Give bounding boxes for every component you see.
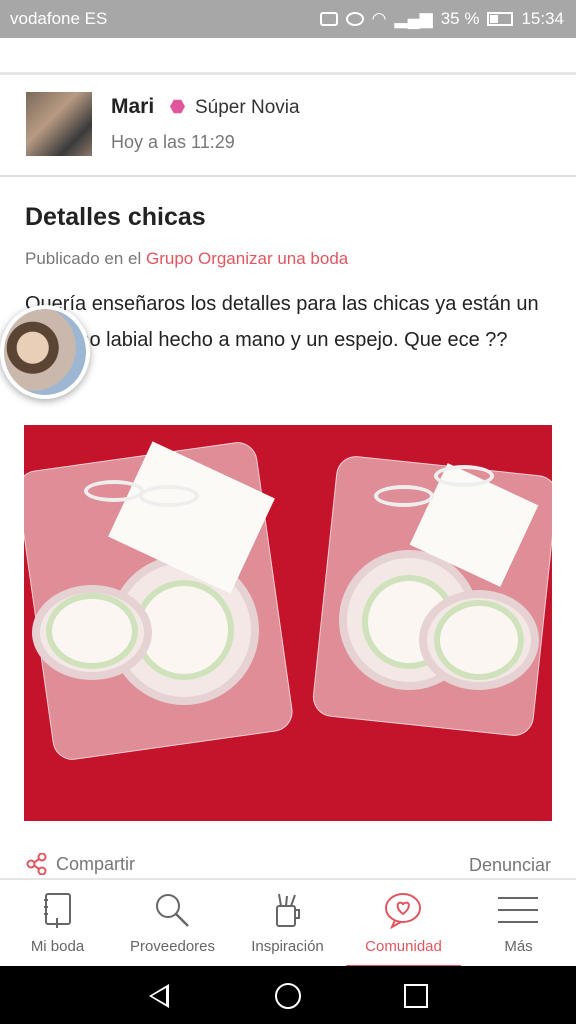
report-link[interactable]: Denunciar [469, 855, 551, 876]
lip-balm-label-left [46, 593, 138, 669]
battery-icon [487, 12, 514, 26]
recent-apps-icon[interactable] [404, 984, 428, 1008]
header-strip [0, 38, 576, 75]
bottom-tab-bar: Mi boda Proveedores Inspiración Comunida… [0, 878, 576, 968]
heart-bubble-icon [385, 893, 421, 930]
pencil-cup-icon [276, 893, 300, 927]
post-title: Detalles chicas [25, 203, 206, 231]
tab-label: Comunidad [365, 938, 442, 955]
carrier-label: vodafone ES [10, 9, 108, 28]
share-button[interactable]: Compartir [26, 853, 135, 875]
tab-label: Inspiración [251, 938, 324, 955]
tab-proveedores[interactable]: Proveedores [115, 880, 230, 968]
tab-inspiracion[interactable]: Inspiración [230, 880, 345, 968]
tab-label: Mi boda [30, 938, 85, 955]
post-time: Hoy a las 11:29 [111, 132, 235, 152]
system-nav-bar [0, 966, 576, 1024]
ribbon-right [374, 485, 434, 507]
alarm-icon [345, 12, 364, 26]
post-photo[interactable] [24, 425, 552, 821]
group-link[interactable]: Grupo Organizar una boda [146, 249, 348, 268]
search-icon [156, 894, 189, 927]
clock: 15:34 [521, 9, 564, 28]
tab-label: Proveedores [129, 938, 216, 955]
published-prefix: Publicado en el [25, 249, 142, 268]
tab-label: Más [504, 938, 533, 955]
tab-mas[interactable]: Más [461, 880, 576, 968]
tab-mi-boda[interactable]: Mi boda [0, 880, 115, 968]
post-author: Mari Súper Novia Hoy a las 11:29 [0, 75, 576, 177]
battery-percent: 35 % [440, 9, 480, 28]
notebook-icon [44, 893, 71, 928]
ribbon-left-2 [139, 485, 199, 507]
signal-icon: ▂▄▆ [394, 9, 433, 28]
wifi-icon: ◠ [371, 9, 387, 28]
author-badge: Súper Novia [195, 97, 300, 118]
status-bar: vodafone ES ◠ ▂▄▆ 35 % 15:34 [0, 0, 576, 38]
home-icon[interactable] [275, 983, 301, 1009]
post-body: Quería enseñaros los detalles para las c… [25, 293, 539, 351]
vibrate-icon [319, 12, 338, 26]
back-icon[interactable] [149, 984, 169, 1008]
author-name[interactable]: Mari [111, 95, 154, 119]
author-avatar[interactable] [26, 92, 92, 156]
published-in: Publicado en el Grupo Organizar una boda [25, 249, 348, 269]
status-icons: ◠ ▂▄▆ 35 % 15:34 [319, 9, 564, 29]
share-icon [26, 853, 47, 875]
badge-hexagon-icon [170, 99, 185, 114]
menu-icon [498, 897, 538, 923]
share-label: Compartir [56, 853, 136, 874]
ribbon-right-2 [434, 465, 494, 487]
tab-comunidad[interactable]: Comunidad [346, 880, 461, 968]
floating-profile-avatar[interactable] [0, 305, 90, 399]
lip-balm-label-right [434, 600, 524, 680]
ribbon-left [84, 480, 144, 502]
post-actions: Compartir Denunciar [0, 848, 576, 878]
